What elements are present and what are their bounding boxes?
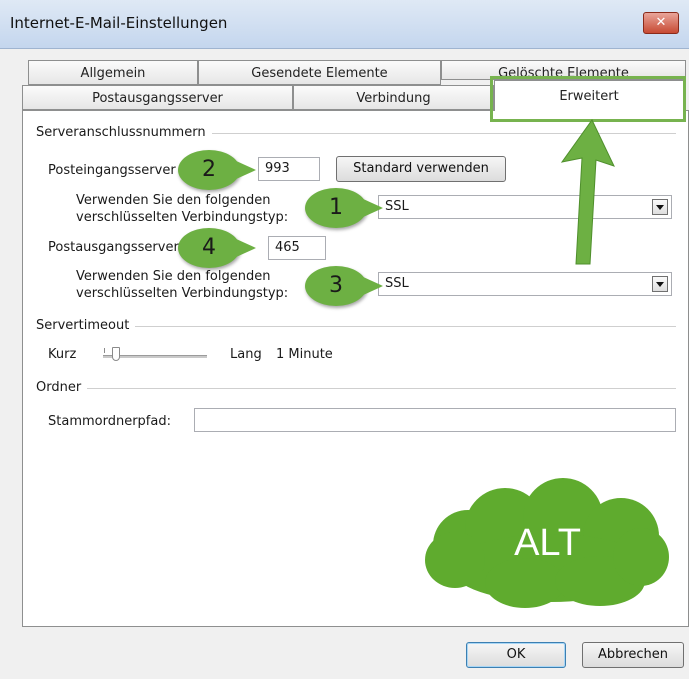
cloud-text: ALT: [514, 522, 581, 564]
tab-gesendete-elemente[interactable]: Gesendete Elemente: [198, 60, 441, 85]
chevron-down-icon[interactable]: [652, 199, 668, 215]
close-button[interactable]: ✕: [643, 12, 679, 34]
divider: [36, 388, 676, 389]
tab-verbindung[interactable]: Verbindung: [293, 85, 494, 110]
root-path-input[interactable]: [194, 408, 676, 432]
outgoing-encryption-select[interactable]: SSL: [378, 272, 672, 296]
encryption-label-incoming-b: verschlüsselten Verbindungstyp:: [76, 210, 289, 225]
cloud-annotation: ALT: [425, 470, 670, 610]
annotation-bubble-1: 1: [305, 188, 383, 228]
encryption-label-outgoing-a: Verwenden Sie den folgenden: [76, 269, 271, 284]
annotation-bubble-2: 2: [178, 150, 256, 190]
encryption-label-outgoing-b: verschlüsselten Verbindungstyp:: [76, 286, 289, 301]
tab-geloeschte-elemente[interactable]: Gelöschte Elemente: [441, 60, 686, 80]
timeout-value: 1 Minute: [276, 347, 333, 362]
tab-postausgangsserver[interactable]: Postausgangsserver: [22, 85, 293, 110]
slider-tick: [104, 348, 105, 353]
arrow-up-icon: [560, 119, 615, 265]
annotation-bubble-4: 4: [178, 228, 256, 268]
timeout-long-label: Lang: [230, 347, 262, 362]
cancel-button[interactable]: Abbrechen: [582, 642, 684, 668]
window-title: Internet-E-Mail-Einstellungen: [10, 14, 228, 32]
chevron-down-icon[interactable]: [652, 276, 668, 292]
outgoing-encryption-value: SSL: [385, 276, 409, 291]
timeout-slider-thumb[interactable]: [112, 347, 120, 361]
encryption-label-incoming-a: Verwenden Sie den folgenden: [76, 193, 271, 208]
root-path-label: Stammordnerpfad:: [48, 414, 171, 429]
annotation-bubble-3: 3: [305, 266, 383, 306]
use-default-button[interactable]: Standard verwenden: [336, 156, 506, 182]
outgoing-port-input[interactable]: 465: [268, 236, 326, 260]
timeout-group-label: Servertimeout: [36, 318, 136, 333]
incoming-port-input[interactable]: 993: [258, 157, 320, 181]
server-ports-group-label: Serveranschlussnummern: [36, 125, 212, 140]
ok-button[interactable]: OK: [466, 642, 566, 668]
folders-group-label: Ordner: [36, 380, 88, 395]
settings-dialog: Internet-E-Mail-Einstellungen ✕ Allgemei…: [0, 0, 689, 679]
title-bar: Internet-E-Mail-Einstellungen ✕: [0, 0, 689, 49]
tab-erweitert[interactable]: Erweitert: [494, 80, 684, 111]
timeout-short-label: Kurz: [48, 347, 77, 362]
incoming-encryption-value: SSL: [385, 199, 409, 214]
tab-allgemein[interactable]: Allgemein: [28, 60, 198, 85]
